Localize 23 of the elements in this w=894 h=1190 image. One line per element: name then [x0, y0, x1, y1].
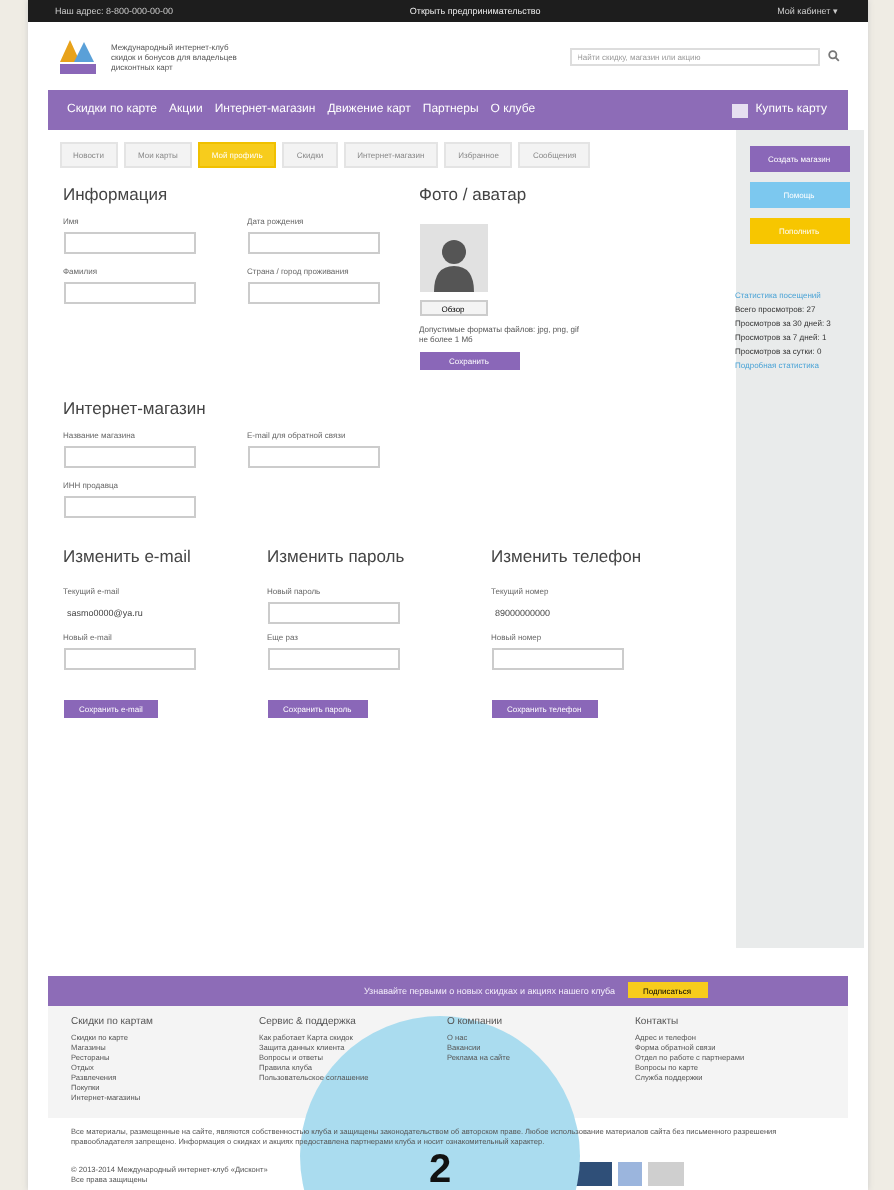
section-title: Изменить телефон — [491, 546, 644, 567]
input-field[interactable] — [247, 282, 379, 304]
input-field[interactable] — [247, 446, 379, 469]
input-field[interactable] — [63, 446, 195, 469]
section-title: Изменить пароль — [267, 546, 407, 567]
input-field[interactable] — [267, 602, 399, 625]
input-field[interactable] — [63, 496, 195, 519]
input-field[interactable] — [63, 282, 195, 304]
avatar-placeholder — [419, 224, 487, 292]
section-title: Изменить e-mail — [63, 546, 193, 567]
input-field[interactable] — [267, 648, 399, 671]
section-title: Информация — [63, 184, 170, 204]
payment-logo — [617, 1162, 641, 1186]
search-icon[interactable] — [827, 50, 839, 62]
step-number: 2 — [428, 1150, 452, 1190]
section-title: Фото / аватар — [419, 184, 529, 204]
input-field[interactable] — [491, 648, 623, 671]
card-icon — [731, 103, 748, 117]
payment-logo — [647, 1162, 683, 1186]
input-field[interactable] — [63, 648, 195, 671]
input-field[interactable] — [247, 232, 379, 254]
input-field[interactable] — [63, 232, 195, 254]
section-title: Интернет-магазин — [63, 398, 208, 419]
